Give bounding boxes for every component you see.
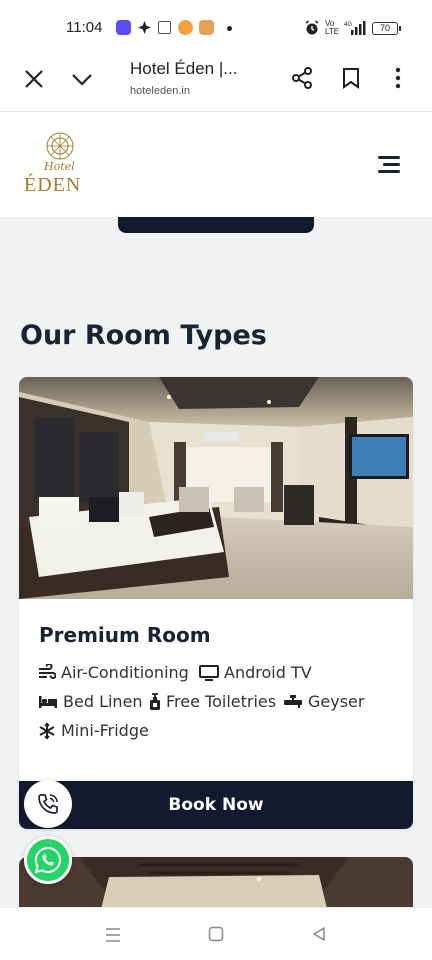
bed-icon	[39, 695, 57, 708]
hotel-logo[interactable]: Hotel ÉDEN	[24, 130, 96, 208]
room-photo	[19, 377, 413, 599]
phone-icon	[38, 794, 58, 814]
amenity-bed-linen: Bed Linen	[38, 692, 143, 711]
share-icon[interactable]	[290, 66, 314, 90]
alarm-icon	[304, 20, 320, 40]
battery-icon: 70	[372, 22, 401, 35]
amenity-label: Bed Linen	[63, 692, 143, 711]
more-notifications-icon	[227, 26, 232, 31]
whatsapp-icon	[34, 846, 61, 874]
amenity-label: Free Toiletries	[166, 692, 277, 711]
page-title: Hotel Éden |...	[130, 59, 238, 78]
room-card: Premium Room Air-Conditioning Android TV…	[19, 377, 413, 829]
amenity-label: Geyser	[308, 692, 365, 711]
amenity-label: Android TV	[224, 663, 312, 682]
amenity-mini-fridge: Mini-Fridge	[38, 721, 149, 740]
amenity-geyser: Geyser	[283, 692, 364, 711]
page-url: hoteleden.in	[130, 85, 190, 97]
whatsapp-button[interactable]	[24, 836, 72, 884]
amenity-android-tv: Android TV	[199, 663, 312, 682]
snowflake-icon	[39, 722, 55, 739]
close-icon[interactable]	[22, 67, 46, 91]
amenity-free-toiletries: Free Toiletries	[149, 692, 276, 711]
status-bar: 11:04 Vo LTE 4G 70	[0, 0, 432, 56]
pump-bottle-icon	[150, 692, 160, 710]
more-options-icon[interactable]	[386, 66, 410, 90]
bookmark-icon[interactable]	[339, 66, 363, 90]
box-notification-icon	[199, 20, 214, 35]
browser-toolbar: Hotel Éden |... hoteleden.in	[0, 56, 432, 112]
back-icon[interactable]	[311, 926, 327, 946]
pinwheel-notification-icon	[137, 20, 152, 35]
site-header: Hotel ÉDEN	[0, 112, 432, 217]
section-title: Our Room Types	[20, 320, 267, 351]
home-icon[interactable]	[208, 926, 224, 946]
menu-icon[interactable]	[378, 156, 400, 174]
logo-hotel-text: Hotel	[44, 160, 75, 173]
svg-text:4G: 4G	[344, 22, 352, 28]
logo-emblem-icon	[46, 132, 74, 160]
chevron-down-icon[interactable]	[70, 67, 94, 91]
book-now-button[interactable]: Book Now	[19, 781, 413, 829]
logo-eden-text: ÉDEN	[24, 174, 82, 196]
message-notification-icon	[158, 21, 171, 34]
call-button[interactable]	[24, 780, 72, 828]
system-navigation-bar	[0, 907, 432, 960]
tv-icon	[199, 664, 219, 681]
chat-notification-icon	[178, 20, 193, 35]
room-name: Premium Room	[39, 623, 211, 647]
status-time: 11:04	[66, 19, 103, 36]
previous-section-button[interactable]	[118, 217, 314, 233]
amenity-air-conditioning: Air-Conditioning	[38, 663, 189, 682]
amenity-label: Air-Conditioning	[61, 663, 189, 682]
volte-icon: Vo LTE	[325, 19, 340, 36]
app-notification-icon	[116, 20, 131, 35]
signal-icon: 4G	[344, 20, 366, 40]
amenity-label: Mini-Fridge	[61, 721, 149, 740]
faucet-icon	[284, 694, 302, 708]
recent-apps-icon[interactable]	[104, 927, 122, 947]
wind-icon	[39, 663, 56, 679]
